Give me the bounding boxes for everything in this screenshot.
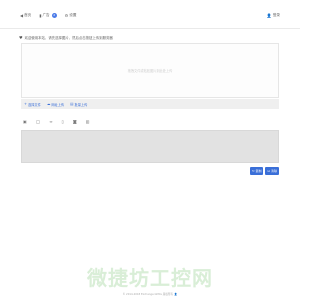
copy-button[interactable]: ↻ 复制 [249,167,264,175]
upload-button-label: 选择文件 [28,102,41,107]
url-upload-button[interactable]: ☁ 网址上传 [47,102,64,107]
nav-item-label: 设置 [69,13,77,17]
upload-button-label: 批量上传 [74,102,88,107]
notice-icon: ▮ [39,12,42,18]
nav-item-settings[interactable]: ⚙ 设置 [65,13,77,18]
select-file-button[interactable]: + 选择文件 [24,102,41,107]
link-icon[interactable]: ∞ [49,120,52,124]
nav-item-label: 首页 [24,13,32,17]
user-icon: 👤 [174,292,178,296]
clear-icon: ⊡ [267,169,270,173]
batch-upload-button[interactable]: ▤ 批量上传 [70,102,87,107]
image-icon: ▤ [70,102,74,106]
intro-label: 欢迎使用本站，请先选择图片，然后点击按钮上传到服务器 [24,36,113,40]
result-textarea[interactable] [21,130,279,163]
upload-button-bar: + 选择文件 ☁ 网址上传 ▤ 批量上传 [21,99,279,109]
user-icon: 👤 [266,12,272,18]
footer: © 2014-2018 Exchange GMCs 版权所有 👤 [0,292,300,297]
nav-menu: ◀ 首页 ▮ 广告 2 ⚙ 设置 [20,13,76,18]
clear-button[interactable]: ⊡ 清除 [265,167,279,175]
action-buttons: ↻ 复制 ⊡ 清除 [249,167,279,175]
copy-icon: ↻ [251,169,255,173]
image-icon[interactable]: ▣ [23,120,27,124]
upload-button-label: 网址上传 [51,102,65,107]
editor-toolbar: ▣ ◯ ∞ ▯ ◙ ▥ [23,120,89,124]
camera-icon[interactable]: ◙ [73,120,77,124]
settings-icon: ⚙ [64,12,69,18]
trash-icon[interactable]: ▥ [86,120,90,124]
home-icon: ◀ [20,12,24,18]
login-link[interactable]: 👤 登录 [267,13,280,18]
nav-item-home[interactable]: ◀ 首页 [20,13,31,18]
count-badge: 2 [51,13,57,18]
login-label: 登录 [272,13,280,17]
file-icon[interactable]: ▯ [62,120,64,124]
dropzone-placeholder: 拖拽文件或粘贴图片到此处上传 [127,69,173,73]
clear-label: 清除 [270,169,277,173]
site-watermark: 微捷坊工控网 [87,266,213,290]
intro-text: ♥ 欢迎使用本站，请先选择图片，然后点击按钮上传到服务器 [19,35,113,40]
nav-item-notice[interactable]: ▮ 广告 2 [39,12,57,18]
plus-icon: + [24,102,28,106]
top-navbar: ◀ 首页 ▮ 广告 2 ⚙ 设置 👤 登录 [0,0,300,29]
heart-icon: ♥ [19,35,23,40]
copyright-text: © 2014-2018 Exchange GMCs 版权所有 [122,293,174,296]
cloud-upload-icon: ☁ [46,102,51,106]
nav-item-label: 广告 [42,13,50,17]
upload-dropzone[interactable]: 拖拽文件或粘贴图片到此处上传 [21,43,279,98]
copy-label: 复制 [255,169,262,173]
comment-icon[interactable]: ◯ [36,120,40,124]
